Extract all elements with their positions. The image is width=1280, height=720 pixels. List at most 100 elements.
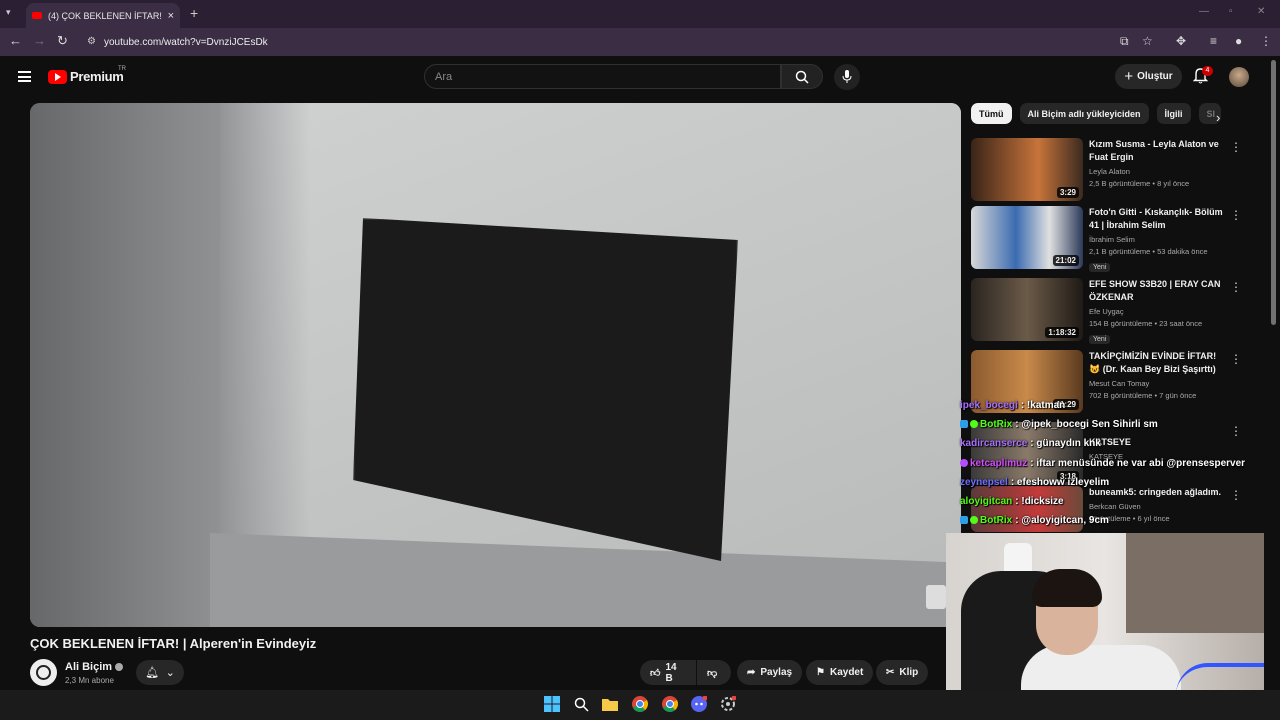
create-label: Oluştur bbox=[1137, 71, 1173, 82]
voice-search-button[interactable] bbox=[834, 64, 860, 90]
menu-icon[interactable] bbox=[18, 71, 31, 82]
logo-country: TR bbox=[118, 66, 126, 72]
reload-icon[interactable]: ↻ bbox=[57, 33, 68, 49]
verified-icon bbox=[115, 663, 124, 672]
rec-title: TAKİPÇİMİZİN EVİNDE İFTAR! 😺 (Dr. Kaan B… bbox=[1089, 351, 1217, 374]
rec-meta: görüntüleme • 6 yıl önce bbox=[1089, 514, 1170, 523]
close-window-icon[interactable]: ✕ bbox=[1257, 6, 1265, 17]
more-options-icon[interactable]: ⋮ bbox=[1230, 208, 1242, 222]
chat-message: ipek_bocegi: !katman bbox=[960, 400, 1066, 411]
new-tab-button[interactable]: + bbox=[190, 5, 198, 21]
windows-start-icon[interactable] bbox=[542, 695, 562, 713]
duration-label: 1:18:32 bbox=[1045, 327, 1079, 338]
bookmark-star-icon[interactable]: ☆ bbox=[1142, 34, 1153, 48]
youtube-logo[interactable]: Premium TR bbox=[48, 66, 126, 84]
notification-badge: 4 bbox=[1202, 66, 1213, 76]
rec-channel: Efe Uygaç bbox=[1089, 307, 1124, 316]
channel-name[interactable]: Ali Biçim bbox=[65, 661, 124, 673]
video-thumbnail[interactable]: 1:18:32 bbox=[971, 278, 1083, 341]
chat-message: BotRix: @ipek_bocegi Sen Sihirli sm bbox=[960, 419, 1158, 430]
more-options-icon[interactable]: ⋮ bbox=[1230, 488, 1242, 502]
like-button[interactable]: 👍︎ 14 B bbox=[640, 660, 696, 685]
chip-all[interactable]: Tümü bbox=[971, 103, 1012, 124]
video-thumbnail[interactable]: 3:29 bbox=[971, 138, 1083, 201]
microphone-icon bbox=[842, 70, 852, 83]
dislike-button[interactable]: 👎︎ bbox=[697, 660, 731, 685]
scissors-icon: ✂ bbox=[886, 667, 895, 678]
search-input[interactable]: Ara bbox=[424, 64, 781, 89]
filter-chips: Tümü Ali Biçim adlı yükleyiciden İlgili … bbox=[971, 103, 1221, 124]
settings-icon[interactable] bbox=[718, 695, 738, 713]
chevron-down-icon: ⌄ bbox=[165, 667, 175, 679]
save-label: Kaydet bbox=[829, 667, 864, 678]
thumbs-down-icon: 👎︎ bbox=[707, 667, 718, 679]
chevron-right-icon[interactable]: › bbox=[1216, 110, 1220, 125]
verified-badge-icon bbox=[970, 516, 978, 525]
more-options-icon[interactable]: ⋮ bbox=[1230, 424, 1242, 438]
search-placeholder: Ara bbox=[435, 70, 453, 83]
streamer-webcam bbox=[946, 533, 1264, 695]
user-avatar[interactable] bbox=[1229, 67, 1249, 87]
rec-title: Kızım Susma - Leyla Alaton ve Fuat Ergin bbox=[1089, 139, 1219, 162]
reading-list-icon[interactable]: ≡ bbox=[1210, 34, 1217, 48]
video-title: ÇOK BEKLENEN İFTAR! | Alperen'in Evindey… bbox=[30, 636, 317, 651]
channel-watermark[interactable] bbox=[926, 585, 946, 609]
more-options-icon[interactable]: ⋮ bbox=[1230, 280, 1242, 294]
chat-message: kadircanserce: günaydın knk bbox=[960, 438, 1101, 449]
bell-icon: 🔔︎ bbox=[145, 667, 160, 679]
more-options-icon[interactable]: ⋮ bbox=[1230, 140, 1242, 154]
like-count: 14 B bbox=[665, 661, 677, 684]
chip-uploader[interactable]: Ali Biçim adlı yükleyiciden bbox=[1019, 103, 1149, 124]
rec-channel: Leyla Alaton bbox=[1089, 167, 1130, 176]
share-label: Paylaş bbox=[760, 667, 793, 678]
rec-title: KATSEYE bbox=[1089, 437, 1131, 447]
back-icon[interactable]: ← bbox=[9, 33, 22, 48]
maximize-icon[interactable]: ▫ bbox=[1229, 6, 1233, 17]
tab-search-icon[interactable]: ▾ bbox=[6, 7, 11, 18]
rec-channel: Mesut Can Tomay bbox=[1089, 379, 1150, 388]
recommendation-item[interactable]: 3:29 Kızım Susma - Leyla Alaton ve Fuat … bbox=[971, 138, 1261, 202]
chip-related[interactable]: İlgili bbox=[1156, 103, 1191, 124]
channel-avatar[interactable] bbox=[30, 659, 57, 686]
share-icon: ➦ bbox=[747, 667, 756, 678]
search-icon bbox=[795, 70, 809, 84]
site-info-icon[interactable]: ⚙ bbox=[87, 36, 96, 47]
url-field[interactable]: ⚙ youtube.com/watch?v=DvnziJCEsDk bbox=[80, 32, 1140, 52]
recommendation-item[interactable]: 1:18:32 EFE SHOW S3B20 | ERAY CAN ÖZKENA… bbox=[971, 278, 1261, 344]
new-badge: Yeni bbox=[1089, 335, 1111, 344]
clip-button[interactable]: ✂ Klip bbox=[876, 660, 929, 685]
rec-channel: Berkcan Güven bbox=[1089, 502, 1141, 511]
browser-tab-active[interactable]: (4) ÇOK BEKLENEN İFTAR! | Alpe × bbox=[26, 3, 180, 28]
plus-icon: + bbox=[1124, 68, 1134, 85]
rec-title: buneamk5: cringeden ağladım. bbox=[1089, 487, 1222, 497]
tab-title: (4) ÇOK BEKLENEN İFTAR! | Alpe bbox=[48, 10, 164, 21]
share-button[interactable]: ➦ Paylaş bbox=[737, 660, 803, 685]
cast-icon[interactable]: ⧉ bbox=[1120, 34, 1129, 49]
rec-meta: 2,1 B görüntüleme • 53 dakika önce bbox=[1089, 247, 1208, 256]
chrome-profile-icon[interactable] bbox=[660, 695, 680, 713]
subscription-bell-button[interactable]: 🔔︎ ⌄ bbox=[136, 660, 184, 685]
extensions-icon[interactable]: ✥ bbox=[1176, 34, 1186, 48]
forward-icon[interactable]: → bbox=[33, 33, 46, 48]
search-icon[interactable] bbox=[571, 695, 591, 713]
chat-message: BotRix: @aloyigitcan, 9cm bbox=[960, 515, 1109, 526]
minimize-icon[interactable]: — bbox=[1199, 6, 1209, 17]
rec-channel: İbrahim Selim bbox=[1089, 235, 1135, 244]
video-thumbnail[interactable]: 3:18 bbox=[971, 422, 1083, 485]
discord-icon[interactable] bbox=[689, 695, 709, 713]
more-options-icon[interactable]: ⋮ bbox=[1230, 352, 1242, 366]
profile-icon[interactable]: ● bbox=[1235, 34, 1242, 48]
browser-menu-icon[interactable]: ⋮ bbox=[1260, 34, 1272, 48]
recommendation-item[interactable]: 21:02 Foto'n Gitti - Kıskançlık- Bölüm 4… bbox=[971, 206, 1261, 272]
save-button[interactable]: ⚑ Kaydet bbox=[806, 660, 874, 685]
rec-meta: 702 B görüntüleme • 7 gün önce bbox=[1089, 391, 1197, 400]
subscriber-count: 2,3 Mn abone bbox=[65, 676, 114, 685]
file-explorer-icon[interactable] bbox=[600, 695, 620, 713]
search-button[interactable] bbox=[781, 64, 823, 89]
chat-message: aloyigitcan: !dicksize bbox=[960, 496, 1064, 507]
close-tab-icon[interactable]: × bbox=[168, 10, 174, 22]
chrome-icon[interactable] bbox=[630, 695, 650, 713]
scrollbar[interactable] bbox=[1271, 60, 1276, 325]
create-button[interactable]: + Oluştur bbox=[1115, 64, 1182, 89]
video-thumbnail[interactable]: 21:02 bbox=[971, 206, 1083, 269]
